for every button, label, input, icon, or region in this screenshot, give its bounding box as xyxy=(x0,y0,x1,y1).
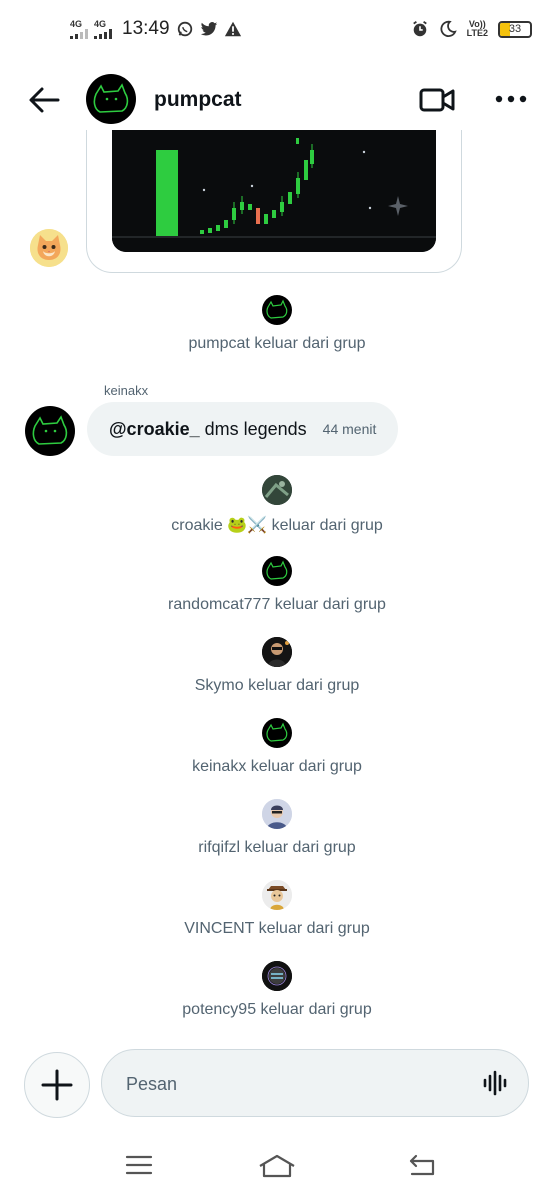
system-event-text: potency95 keluar dari grup xyxy=(182,1001,372,1018)
system-event-text: randomcat777 keluar dari grup xyxy=(168,596,386,613)
status-bar: 4G 4G 13:49 Vo)) LTE2 33 xyxy=(0,0,554,62)
system-event-text: pumpcat keluar dari grup xyxy=(188,335,366,352)
system-event-text: keinakx keluar dari grup xyxy=(192,758,362,775)
alarm-icon xyxy=(412,21,427,37)
user-avatar[interactable] xyxy=(262,556,292,586)
user-avatar[interactable] xyxy=(262,961,292,991)
system-event-text: croakie 🐸⚔️ keluar dari grup xyxy=(171,517,383,534)
plus-icon xyxy=(41,1069,73,1101)
system-event: croakie 🐸⚔️ keluar dari grup xyxy=(0,475,554,535)
voice-message-icon[interactable] xyxy=(482,1070,508,1096)
message-text: dms legends xyxy=(204,418,307,439)
battery-icon: 33 xyxy=(498,20,532,38)
shared-image-card[interactable] xyxy=(86,130,462,273)
chart-image[interactable] xyxy=(112,130,436,252)
volte-indicator: Vo)) LTE2 xyxy=(466,19,488,38)
back-arrow-icon[interactable] xyxy=(28,86,60,114)
message-sender-name: keinakx xyxy=(104,383,149,398)
moon-icon xyxy=(440,20,457,37)
mention-link[interactable]: @croakie_ xyxy=(109,419,200,440)
user-avatar[interactable] xyxy=(262,718,292,748)
system-event: pumpcat keluar dari grup xyxy=(0,295,554,353)
system-event: rifqifzl keluar dari grup xyxy=(0,799,554,857)
message-input-placeholder: Pesan xyxy=(126,1074,178,1094)
message-timestamp: 44 menit xyxy=(322,421,377,437)
twitter-icon xyxy=(200,22,217,36)
user-avatar[interactable] xyxy=(262,475,292,505)
system-navigation-bar xyxy=(0,1140,554,1200)
sender-avatar[interactable] xyxy=(30,229,68,267)
user-avatar[interactable] xyxy=(262,637,292,667)
recent-apps-icon[interactable] xyxy=(125,1154,153,1176)
whatsapp-icon xyxy=(177,21,192,37)
clock: 13:49 xyxy=(122,18,170,39)
system-event-text: rifqifzl keluar dari grup xyxy=(198,839,356,856)
user-avatar[interactable] xyxy=(262,295,292,325)
signal-sim2-icon: 4G xyxy=(94,19,112,39)
system-event-text: VINCENT keluar dari grup xyxy=(184,920,370,937)
system-event: randomcat777 keluar dari grup xyxy=(0,556,554,614)
back-nav-icon[interactable] xyxy=(408,1154,436,1176)
system-event: potency95 keluar dari grup xyxy=(0,961,554,1019)
message-avatar[interactable] xyxy=(25,406,75,456)
home-icon[interactable] xyxy=(258,1154,296,1178)
user-avatar[interactable] xyxy=(262,799,292,829)
warning-icon xyxy=(224,21,241,37)
chat-title[interactable]: pumpcat xyxy=(154,88,242,112)
system-event: Skymo keluar dari grup xyxy=(0,637,554,695)
group-avatar[interactable] xyxy=(86,74,136,124)
message-input[interactable]: Pesan xyxy=(101,1049,529,1117)
chat-header: pumpcat xyxy=(0,62,554,138)
message-bubble[interactable]: @croakie_ dms legends 44 menit xyxy=(87,402,399,456)
more-options-icon[interactable] xyxy=(495,94,527,104)
system-event: VINCENT keluar dari grup xyxy=(0,880,554,938)
battery-level: 33 xyxy=(508,23,522,35)
system-event-text: Skymo keluar dari grup xyxy=(194,677,360,694)
signal-sim1-icon: 4G xyxy=(70,19,88,39)
system-event: keinakx keluar dari grup xyxy=(0,718,554,776)
video-call-icon[interactable] xyxy=(419,87,455,113)
add-attachment-button[interactable] xyxy=(24,1052,90,1118)
user-avatar[interactable] xyxy=(262,880,292,910)
